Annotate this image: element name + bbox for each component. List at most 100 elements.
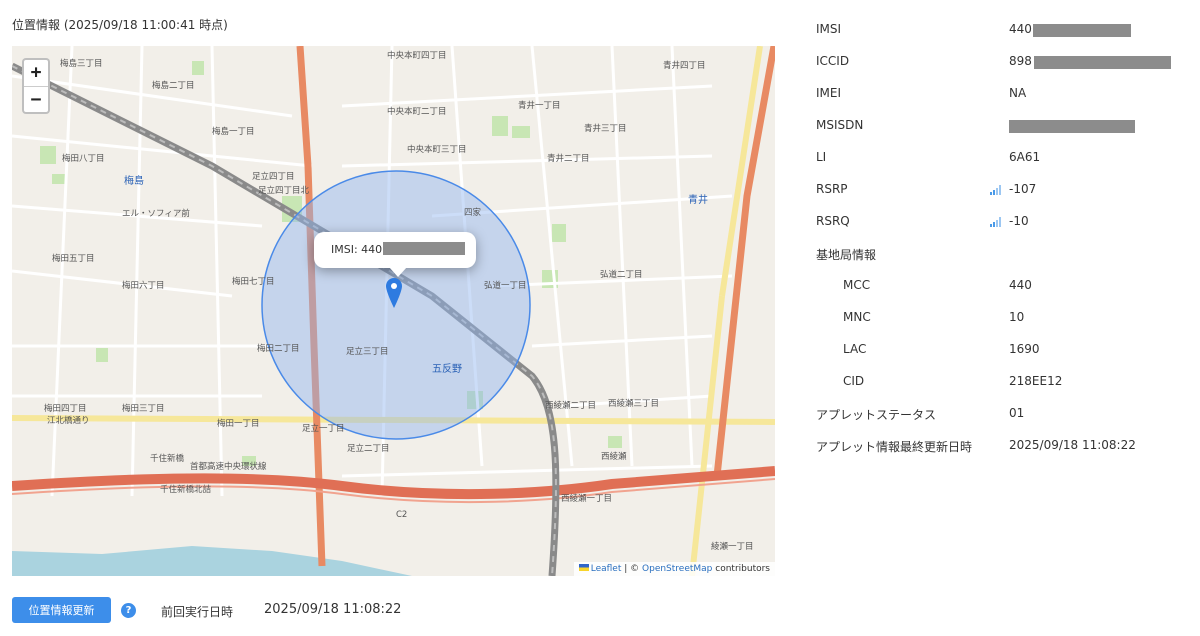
map-area-label: 西綾瀬一丁目 <box>561 493 612 504</box>
map-area-label: C2 <box>396 510 407 520</box>
mcc-value: 440 <box>1009 278 1032 292</box>
info-row-lac: LAC 1690 <box>816 342 1196 362</box>
map-area-label: 梅田四丁目 <box>44 403 87 414</box>
map-tiles: 梅島三丁目梅島二丁目梅島一丁目梅田八丁目梅田七丁目 梅田六丁目 梅田五丁目梅田四丁目… <box>12 46 775 576</box>
applet-status-label: アプレットステータス <box>816 408 937 422</box>
map-area-label: 弘道一丁目 <box>484 280 527 291</box>
refresh-location-button[interactable]: 位置情報更新 <box>12 597 111 623</box>
zoom-out-button[interactable]: − <box>24 86 48 112</box>
map-area-label: 五反野 <box>432 363 462 375</box>
msisdn-label: MSISDN <box>816 118 864 132</box>
li-label: LI <box>816 150 827 164</box>
leaflet-link[interactable]: Leaflet <box>591 564 622 574</box>
msisdn-redaction <box>1009 120 1135 133</box>
map-area-label: 足立二丁目 <box>347 443 390 454</box>
rsrp-label: RSRP <box>816 182 848 196</box>
info-row-mcc: MCC 440 <box>816 278 1196 298</box>
help-icon[interactable]: ? <box>121 603 136 618</box>
map-area-label: 梅田一丁目 <box>217 418 260 429</box>
attribution-contributors: contributors <box>712 564 770 574</box>
map-area-label: 西綾瀬三丁目 <box>608 398 659 409</box>
map-area-label: 中央本町二丁目 <box>387 106 447 117</box>
map-area-label: 梅島 <box>124 174 144 187</box>
map-marker-icon[interactable] <box>386 278 402 308</box>
map-area-label: 梅田八丁目 <box>62 153 105 164</box>
map-area-label: 中央本町三丁目 <box>407 144 467 155</box>
map-area-label: 梅田五丁目 <box>52 253 95 264</box>
map-area-label: 青井三丁目 <box>584 123 627 134</box>
mnc-value: 10 <box>1009 310 1025 324</box>
imsi-label: IMSI <box>816 22 842 36</box>
attribution-separator: | © <box>621 564 643 574</box>
base-station-label: 基地局情報 <box>816 248 877 262</box>
map-area-label: 綾瀬一丁目 <box>711 541 754 552</box>
signal-icon <box>990 185 1001 195</box>
info-row-base-station: 基地局情報 <box>816 246 1196 266</box>
map-area-label: 千住新橋 <box>150 453 185 464</box>
map-area-label: 梅田七丁目 <box>232 276 275 287</box>
info-row-rsrp: RSRP -107 <box>816 182 1196 202</box>
map-area-label: 梅田二丁目 <box>257 343 300 354</box>
map-area-label: 西綾瀬 <box>601 451 627 462</box>
info-row-mnc: MNC 10 <box>816 310 1196 330</box>
location-map[interactable]: 梅島三丁目 梅島二丁目 梅島一丁目 梅田八丁目 梅田七丁目 梅田六丁目 梅田五丁目 梅田四丁目… <box>12 46 775 576</box>
info-row-iccid: ICCID 898 <box>816 54 1196 74</box>
info-row-applet-updated: アプレット情報最終更新日時 2025/09/18 11:08:22 <box>816 438 1196 458</box>
popup-imsi-prefix: IMSI: 440 <box>331 243 383 256</box>
map-area-label: 梅田三丁目 <box>122 403 165 414</box>
info-row-li: LI 6A61 <box>816 150 1196 170</box>
mcc-label: MCC <box>843 278 871 292</box>
map-area-label: 梅田六丁目 <box>122 280 165 291</box>
map-area-label: 青井 <box>688 193 708 206</box>
map-area-label: 中央本町四丁目 <box>387 50 447 61</box>
info-row-imei: IMEI NA <box>816 86 1196 106</box>
popup-imsi-redaction <box>383 242 466 255</box>
map-area-label: 梅島三丁目 <box>60 58 103 69</box>
imsi-value: 440 <box>1009 22 1032 36</box>
rsrp-value: -107 <box>1009 182 1037 196</box>
cid-label: CID <box>843 374 865 388</box>
map-area-label: 青井四丁目 <box>663 60 706 71</box>
info-row-applet-status: アプレットステータス 01 <box>816 406 1196 426</box>
map-area-label: 青井一丁目 <box>518 100 561 111</box>
iccid-label: ICCID <box>816 54 850 68</box>
map-area-label: 江北橋通り <box>47 415 90 426</box>
map-area-label: 四家 <box>464 207 482 218</box>
map-area-label: 足立四丁目 <box>252 171 295 182</box>
map-area-label: 青井二丁目 <box>547 153 590 164</box>
map-area-label: 梅島一丁目 <box>212 126 255 137</box>
last-run-value: 2025/09/18 11:08:22 <box>264 602 402 617</box>
zoom-in-button[interactable]: + <box>24 60 48 86</box>
signal-icon <box>990 217 1001 227</box>
li-value: 6A61 <box>1009 150 1041 164</box>
info-row-cid: CID 218EE12 <box>816 374 1196 394</box>
lac-label: LAC <box>843 342 867 356</box>
map-area-label: 足立三丁目 <box>346 346 389 357</box>
cid-value: 218EE12 <box>1009 374 1063 388</box>
rsrq-value: -10 <box>1009 214 1029 228</box>
applet-updated-label: アプレット情報最終更新日時 <box>816 440 973 454</box>
map-area-label: エル・ソフィア前 <box>122 208 190 219</box>
info-row-imsi: IMSI 440 <box>816 22 1196 42</box>
lac-value: 1690 <box>1009 342 1040 356</box>
popup-tip <box>389 267 407 277</box>
map-area-label: 千住新橋北詰 <box>160 484 212 495</box>
applet-status-value: 01 <box>1009 406 1025 420</box>
marker-popup: IMSI: 440 <box>314 232 476 268</box>
mnc-label: MNC <box>843 310 871 324</box>
map-area-label: 西綾瀬二丁目 <box>545 400 596 411</box>
osm-link[interactable]: OpenStreetMap <box>642 564 712 574</box>
map-area-label: 足立一丁目 <box>302 423 345 434</box>
info-row-rsrq: RSRQ -10 <box>816 214 1196 234</box>
map-area-label: 足立四丁目北 <box>258 185 310 196</box>
zoom-control: + − <box>22 58 50 114</box>
imei-label: IMEI <box>816 86 842 100</box>
rsrq-label: RSRQ <box>816 214 850 228</box>
map-title: 位置情報 (2025/09/18 11:00:41 時点) <box>12 18 228 32</box>
imsi-redaction <box>1033 24 1131 37</box>
map-attribution: Leaflet | © OpenStreetMap contributors <box>573 562 775 576</box>
iccid-redaction <box>1034 56 1171 69</box>
applet-updated-value: 2025/09/18 11:08:22 <box>1009 438 1136 452</box>
imei-value: NA <box>1009 86 1027 100</box>
map-area-label: 弘道二丁目 <box>600 269 643 280</box>
